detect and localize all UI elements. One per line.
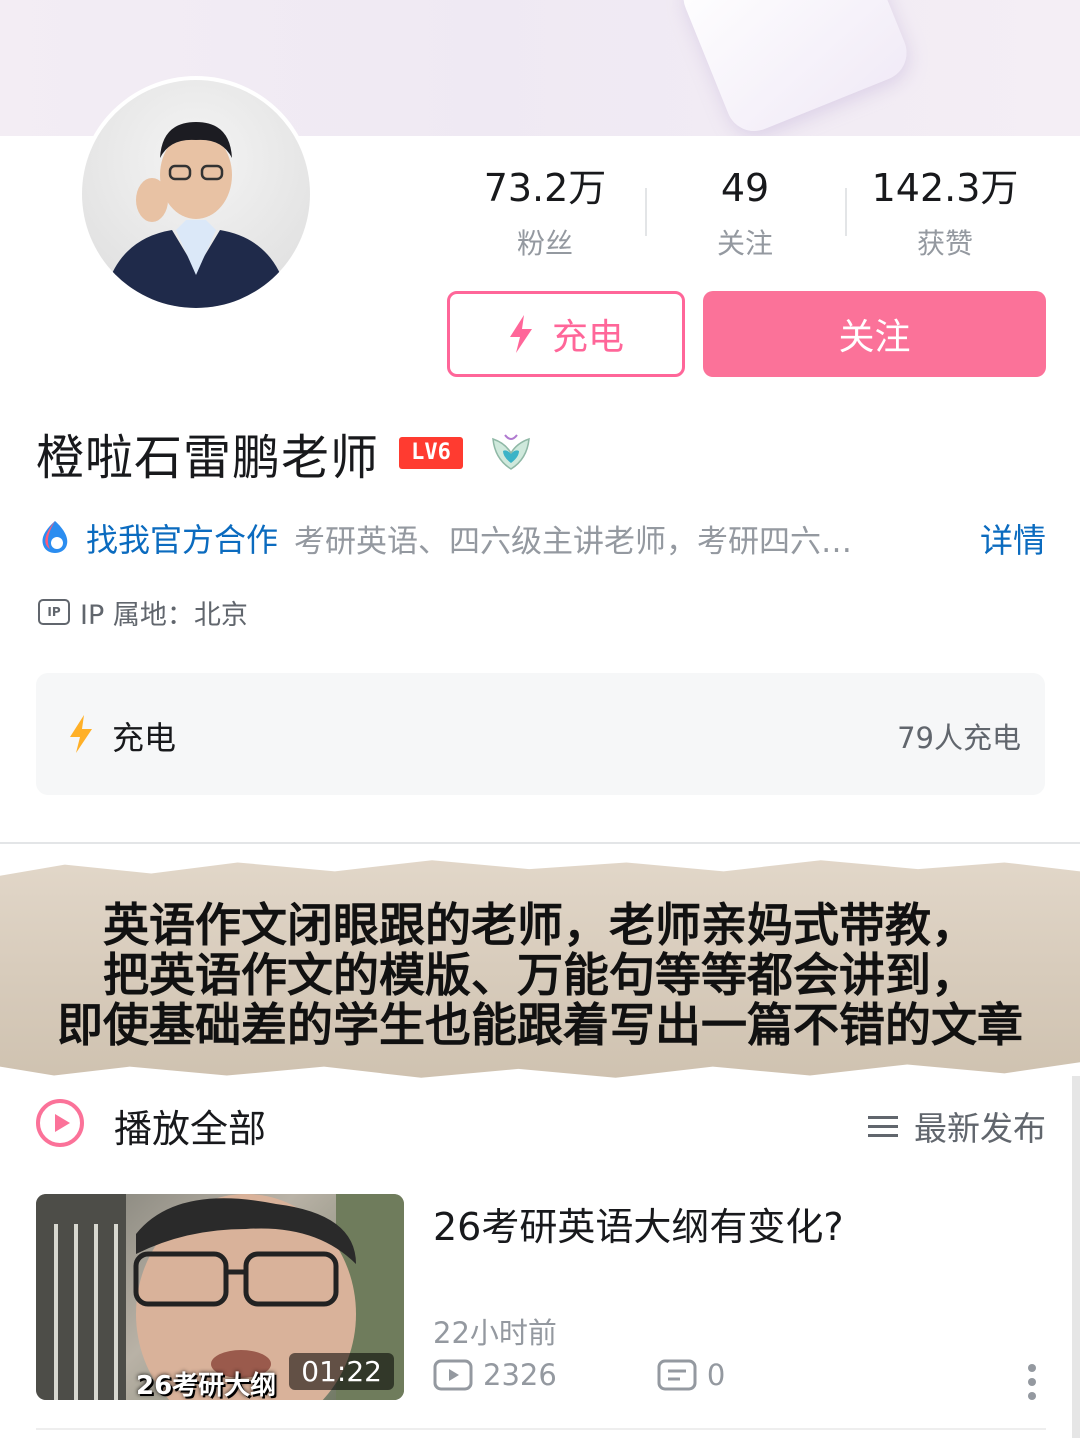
comment-icon [657,1359,697,1391]
list-divider [36,1428,1046,1430]
list-sort-icon [868,1110,898,1143]
view-count: 2326 [483,1358,557,1392]
promo-line-2: 把英语作文的模版、万能句等等都会讲到， [103,948,977,1002]
video-title[interactable]: 26考研英语大纲有变化? [433,1196,844,1251]
lightning-icon [70,715,92,753]
ip-icon: IP [38,599,70,625]
charge-count: 79人充电 [897,721,1021,755]
level-badge: LV6 [399,437,464,469]
detail-link[interactable]: 详情 [980,514,1046,562]
profile-name: 橙啦石雷鹏老师 [36,430,380,486]
promo-banner: 英语作文闭眼跟的老师，老师亲妈式带教， 把英语作文的模版、万能句等等都会讲到， … [0,860,1080,1078]
charge-button-label: 充电 [551,317,624,358]
followers-label: 粉丝 [516,227,573,260]
play-count-icon [433,1359,473,1391]
play-all-button[interactable]: 播放全部 [114,1098,266,1153]
more-options-icon[interactable] [1028,1364,1038,1406]
scrollbar[interactable] [1072,1076,1080,1438]
video-thumbnail[interactable]: 26考研大纲 01:22 [36,1194,404,1400]
medal-icon [492,434,530,470]
cooperation-row[interactable]: 找我官方合作 考研英语、四六级主讲老师，考研四六… 详情 [36,512,1046,564]
following-label: 关注 [716,227,773,260]
stats-bar: 73.2万 粉丝 49 关注 142.3万 获赞 [445,160,1045,270]
list-header: 播放全部 最新发布 [36,1096,1046,1156]
stat-following[interactable]: 49 关注 [645,160,845,272]
likes-count: 142.3万 [871,166,1019,210]
avatar-photo [82,80,310,308]
follow-button-label: 关注 [838,317,911,358]
stat-followers[interactable]: 73.2万 粉丝 [445,160,645,272]
video-list-item[interactable]: 26考研大纲 01:22 26考研英语大纲有变化? 22小时前 2326 0 [36,1194,1046,1404]
video-duration: 01:22 [289,1353,394,1390]
sort-button[interactable]: 最新发布 [868,1102,1046,1150]
promo-line-1: 英语作文闭眼跟的老师，老师亲妈式带教， [103,898,977,952]
thumbnail-caption: 26考研大纲 [136,1371,277,1400]
cooperation-link[interactable]: 找我官方合作 [86,515,278,561]
followers-count: 73.2万 [483,166,607,210]
charge-button[interactable]: 充电 [447,291,685,377]
likes-label: 获赞 [916,227,973,260]
video-stats: 2326 0 [433,1358,725,1392]
avatar[interactable] [78,76,314,312]
cooperation-logo-icon [42,521,68,553]
following-count: 49 [720,166,770,210]
ip-location-text: IP 属地：北京 [80,599,248,631]
comment-count: 0 [706,1358,726,1392]
follow-button[interactable]: 关注 [703,291,1046,377]
promo-line-3: 即使基础差的学生也能跟着写出一篇不错的文章 [57,998,1023,1052]
section-divider [0,842,1080,844]
charge-card-title: 充电 [112,719,177,757]
play-all-icon[interactable] [36,1099,84,1147]
profile-name-row: 橙啦石雷鹏老师 LV6 [36,418,535,488]
ip-location-row: IP IP 属地：北京 [38,592,248,632]
stat-likes[interactable]: 142.3万 获赞 [845,160,1045,272]
charge-card[interactable]: 充电 79人充电 [36,673,1045,795]
banner-decoration [675,0,915,136]
profile-description: 考研英语、四六级主讲老师，考研四六… [294,523,853,560]
lightning-icon [509,315,532,353]
video-publish-time: 22小时前 [433,1316,557,1350]
promo-banner-text: 英语作文闭眼跟的老师，老师亲妈式带教， 把英语作文的模版、万能句等等都会讲到， … [0,900,1080,1050]
sort-label: 最新发布 [914,1109,1046,1148]
